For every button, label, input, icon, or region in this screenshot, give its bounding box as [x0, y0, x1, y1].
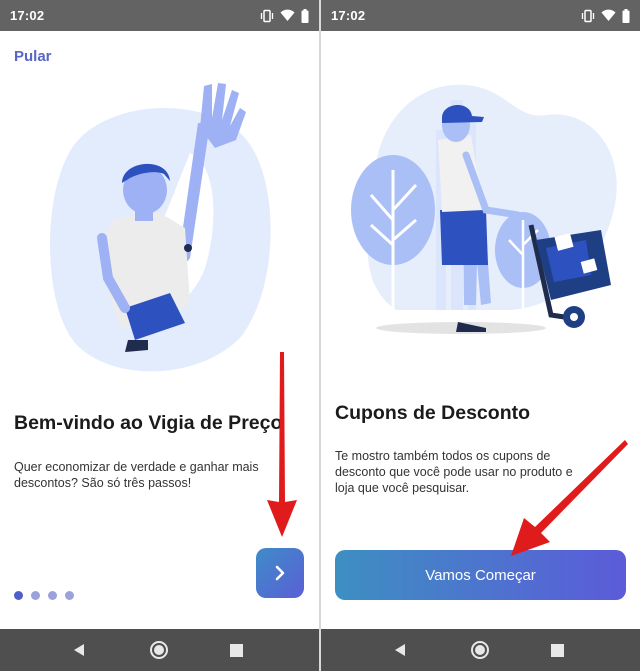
page-dot-4 [65, 591, 74, 600]
status-time: 17:02 [10, 8, 45, 23]
coupons-title: Cupons de Desconto [335, 402, 531, 424]
annotation-arrow-down [267, 352, 297, 537]
recents-icon [550, 643, 564, 657]
home-button[interactable] [138, 629, 180, 671]
status-time: 17:02 [331, 8, 366, 23]
page-dot-1 [14, 591, 23, 600]
battery-icon [301, 8, 309, 23]
back-icon [74, 644, 84, 656]
page-indicator [14, 591, 74, 600]
home-icon [150, 641, 168, 659]
welcome-description: Quer economizar de verdade e ganhar mais… [14, 460, 259, 490]
nav-bar [321, 629, 640, 671]
battery-icon [622, 8, 630, 23]
home-icon [471, 641, 489, 659]
coupons-description: Te mostro também todos os cupons de desc… [335, 449, 573, 495]
start-button[interactable]: Vamos Começar [335, 550, 626, 600]
status-bar: 17:02 [321, 0, 640, 31]
back-icon [395, 644, 405, 656]
chevron-right-icon [275, 565, 285, 581]
coupons-illustration [351, 84, 617, 334]
status-bar: 17:02 [0, 0, 319, 31]
welcome-illustration [50, 83, 271, 372]
onboarding-screen-coupons: 17:02 Cupons de Desconto Te mostro també… [321, 0, 640, 671]
home-button[interactable] [459, 629, 501, 671]
welcome-title: Bem-vindo ao Vigia de Preço [14, 412, 283, 434]
next-button[interactable] [256, 548, 304, 598]
recents-button[interactable] [536, 629, 578, 671]
status-icons [260, 8, 309, 23]
skip-link[interactable]: Pular [14, 48, 52, 65]
status-icons [581, 8, 630, 23]
wifi-icon [280, 9, 295, 21]
page-dot-3 [48, 591, 57, 600]
vibrate-icon [260, 9, 274, 22]
page-dot-2 [31, 591, 40, 600]
nav-bar [0, 629, 319, 671]
recents-icon [229, 643, 243, 657]
recents-button[interactable] [215, 629, 257, 671]
wifi-icon [601, 9, 616, 21]
back-button[interactable] [379, 629, 421, 671]
vibrate-icon [581, 9, 595, 22]
back-button[interactable] [58, 629, 100, 671]
onboarding-screen-welcome: 17:02 Pular Bem-vindo ao Vigia de Preço … [0, 0, 319, 671]
